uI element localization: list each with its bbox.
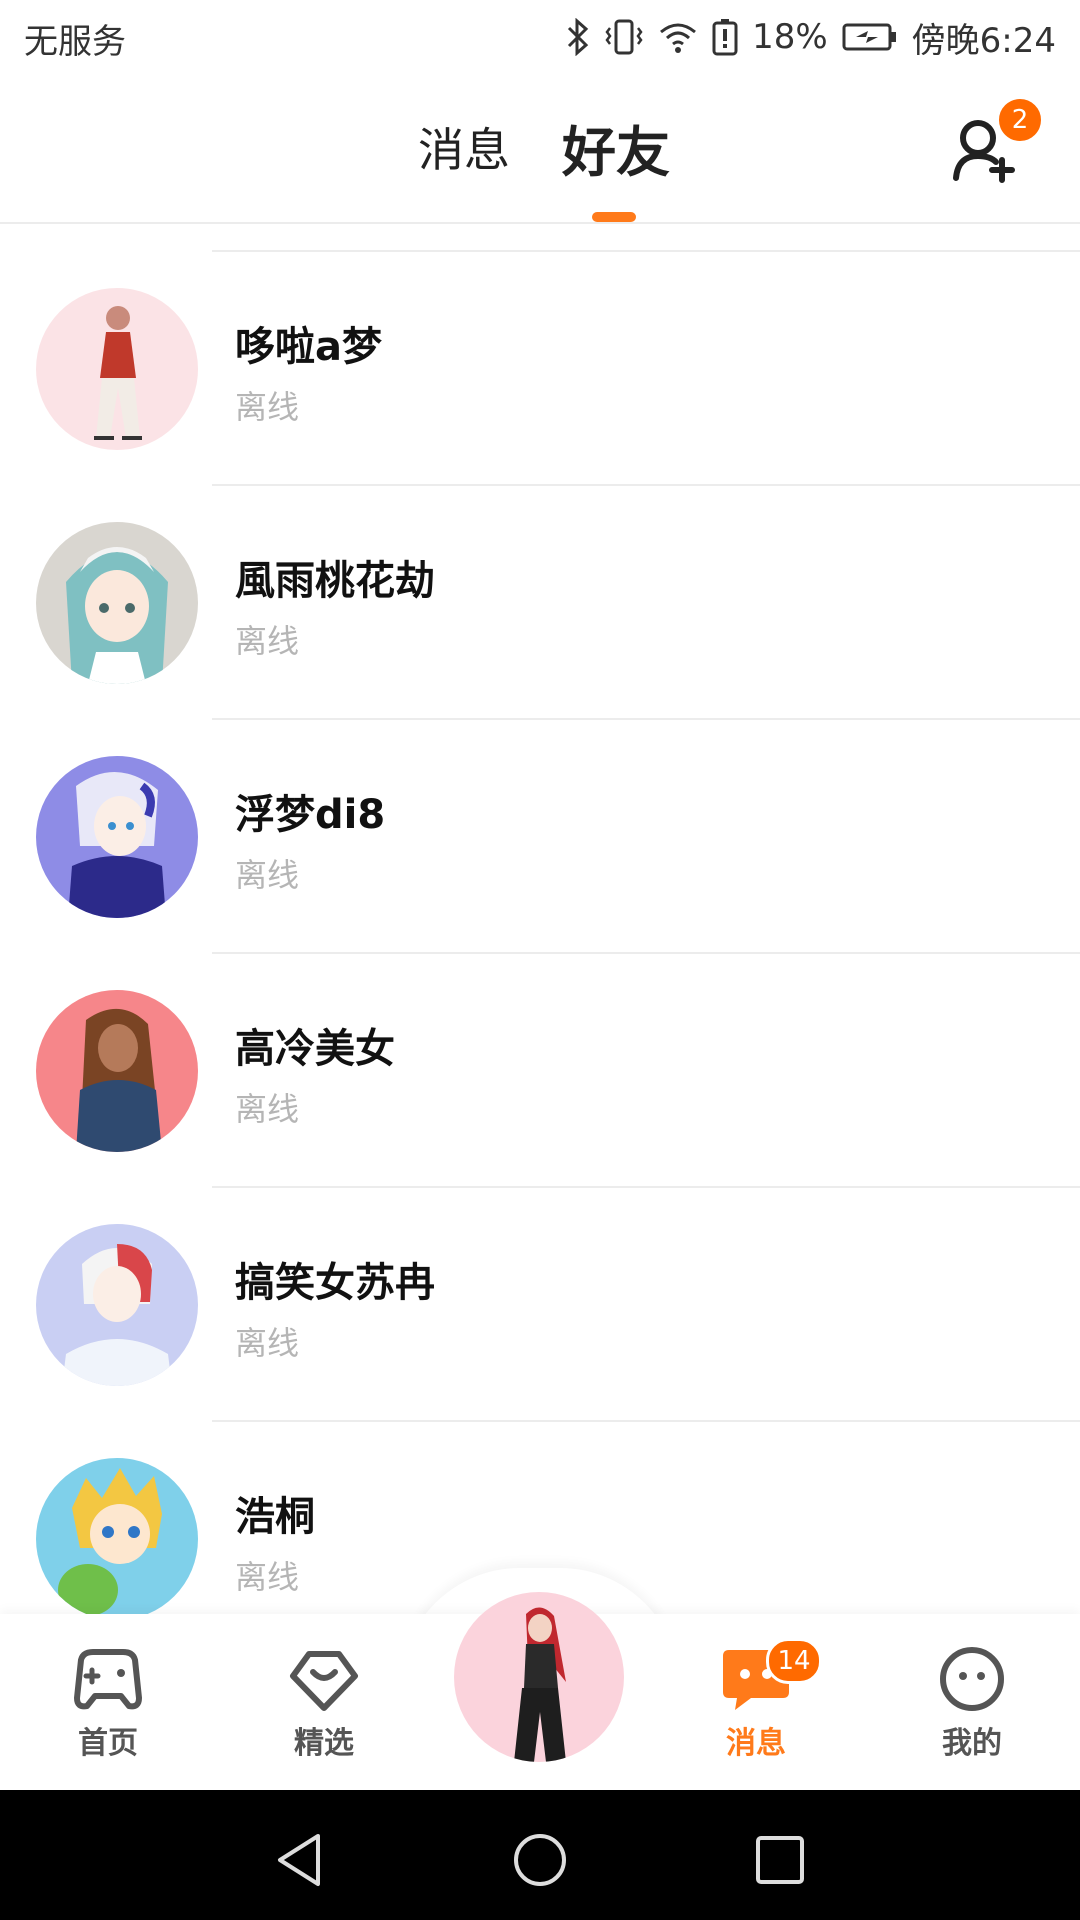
- avatar: [36, 756, 198, 918]
- vibrate-icon: [604, 18, 644, 56]
- friend-name: 搞笑女苏冉: [235, 1260, 435, 1306]
- friend-status: 离线: [235, 388, 300, 426]
- friend-status: 离线: [235, 622, 300, 660]
- friend-name: 哆啦a梦: [235, 324, 382, 370]
- avatar: [36, 990, 198, 1152]
- nav-profile[interactable]: 我的: [892, 1614, 1052, 1790]
- heart-diamond-icon: [290, 1651, 358, 1711]
- friend-status: 离线: [235, 1324, 300, 1362]
- friend-row[interactable]: 哆啦a梦 离线: [0, 252, 1080, 486]
- battery-alert-icon: [712, 18, 738, 56]
- friend-list: 哆啦a梦 离线 風雨桃花劫 离线 浮梦di8 离线 高冷美女 离线 搞笑女苏冉 …: [0, 252, 1080, 1656]
- bluetooth-icon: [566, 18, 590, 56]
- status-bar: 无服务 18% 傍晚6:24: [0, 0, 1080, 74]
- friend-name: 高冷美女: [235, 1026, 395, 1072]
- avatar: [36, 1224, 198, 1386]
- nav-label: 我的: [942, 1726, 1002, 1761]
- friend-status: 离线: [235, 1558, 300, 1596]
- system-nav-bar: [0, 1790, 1080, 1920]
- active-tab-indicator: [592, 212, 636, 222]
- clock: 傍晚6:24: [911, 20, 1056, 61]
- face-icon: [940, 1647, 1004, 1711]
- recents-icon[interactable]: [750, 1830, 810, 1890]
- friend-name: 浮梦di8: [235, 792, 386, 838]
- tab-friends[interactable]: 好友: [562, 108, 670, 187]
- nav-featured[interactable]: 精选: [244, 1614, 404, 1790]
- friend-row[interactable]: 搞笑女苏冉 离线: [0, 1188, 1080, 1422]
- friend-status: 离线: [235, 1090, 300, 1128]
- nav-label: 首页: [78, 1726, 138, 1761]
- battery-charging-icon: [842, 22, 898, 52]
- carrier-label: 无服务: [24, 22, 126, 62]
- friend-row[interactable]: 高冷美女 离线: [0, 954, 1080, 1188]
- character-avatar: [454, 1592, 624, 1762]
- nav-home[interactable]: 首页: [28, 1614, 188, 1790]
- friend-row[interactable]: 風雨桃花劫 离线: [0, 486, 1080, 720]
- nav-label: 消息: [726, 1726, 786, 1761]
- nav-label: 精选: [294, 1726, 354, 1761]
- avatar: [36, 1458, 198, 1620]
- back-icon[interactable]: [270, 1830, 330, 1890]
- home-icon[interactable]: [510, 1830, 570, 1890]
- friend-name: 風雨桃花劫: [235, 558, 435, 604]
- center-character-button[interactable]: [454, 1592, 624, 1762]
- avatar: [36, 522, 198, 684]
- add-friend-badge: 2: [996, 96, 1044, 144]
- friend-row[interactable]: 浮梦di8 离线: [0, 720, 1080, 954]
- gamepad-icon: [74, 1649, 142, 1710]
- tab-messages[interactable]: 消息: [418, 114, 510, 180]
- top-header: 消息 好友: [0, 74, 1080, 224]
- nav-messages[interactable]: 消息: [676, 1614, 836, 1790]
- friend-status: 离线: [235, 856, 300, 894]
- battery-percent: 18%: [752, 17, 828, 57]
- status-icons: 18% 傍晚6:24: [566, 12, 1056, 62]
- message-badge: 14: [766, 1638, 822, 1684]
- wifi-icon: [658, 20, 698, 54]
- avatar: [36, 288, 198, 450]
- friend-name: 浩桐: [235, 1494, 315, 1540]
